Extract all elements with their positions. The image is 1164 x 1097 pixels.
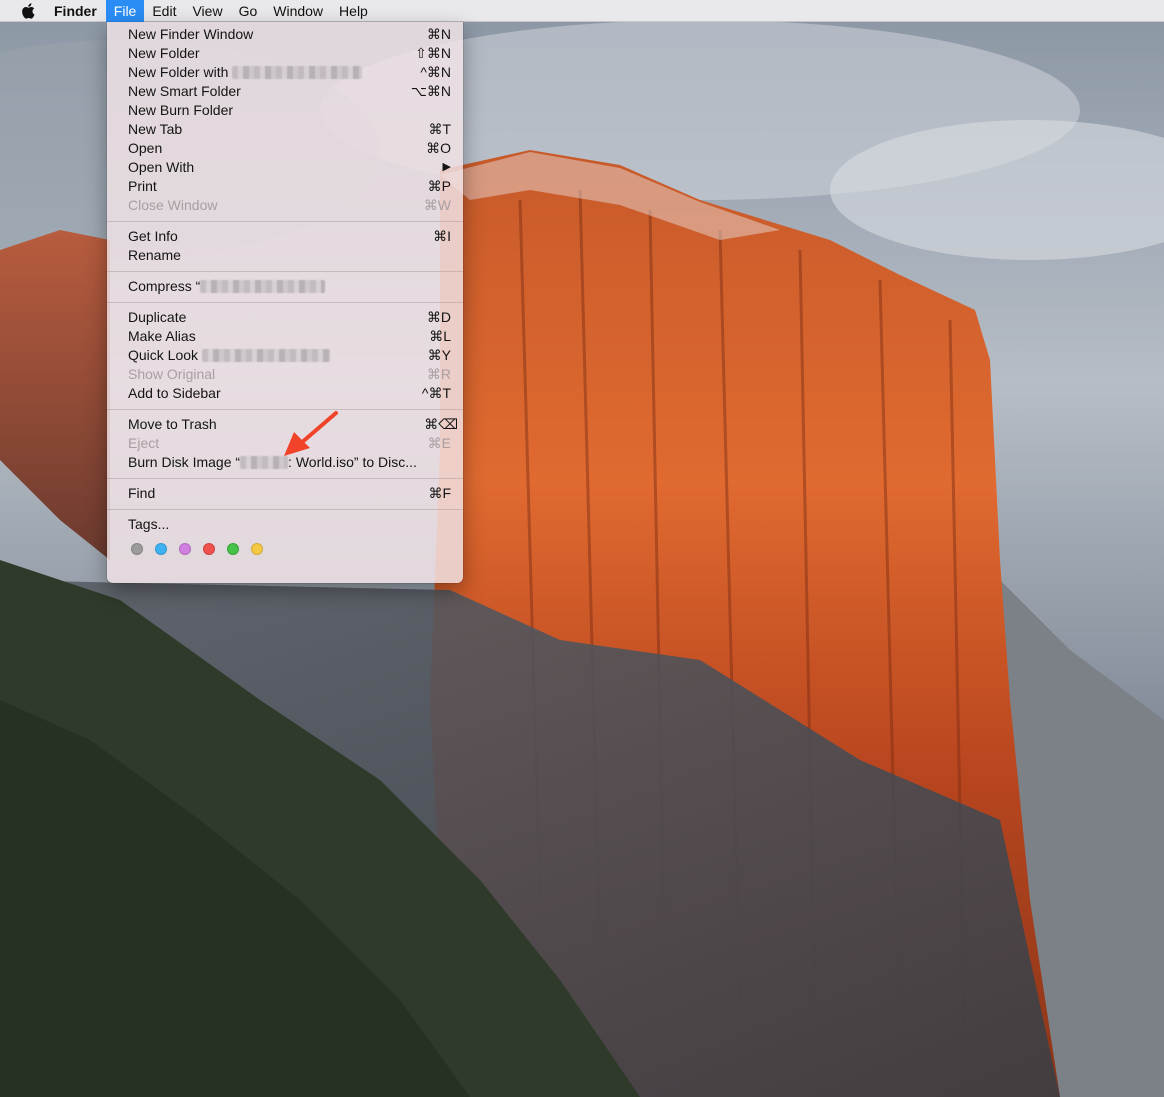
menu-separator	[107, 509, 463, 510]
menu-item-label: Move to Trash	[128, 416, 217, 432]
menu-item-new-folder-with-selection[interactable]: New Folder with ^⌘N	[107, 63, 463, 82]
menu-item-label: Compress “	[128, 277, 326, 296]
menu-item-tags[interactable]: Tags...	[107, 515, 463, 534]
shortcut-label: ⌘L	[429, 328, 451, 344]
menu-item-label: Tags...	[128, 516, 170, 532]
menu-item-label-text: Quick Look	[128, 347, 199, 363]
shortcut-label: ^⌘T	[421, 385, 451, 401]
menu-item-close-window: Close Window ⌘W	[107, 196, 463, 215]
shortcut-label: ⌘T	[428, 121, 451, 137]
menu-help[interactable]: Help	[331, 0, 376, 22]
menu-item-show-original: Show Original ⌘R	[107, 365, 463, 384]
menu-separator	[107, 478, 463, 479]
menu-item-duplicate[interactable]: Duplicate ⌘D	[107, 308, 463, 327]
menu-edit[interactable]: Edit	[144, 0, 184, 22]
menu-separator	[107, 302, 463, 303]
shortcut-label: ⌥⌘N	[410, 83, 451, 99]
tag-gray-icon[interactable]	[131, 543, 143, 555]
shortcut-label: ⌘O	[426, 140, 451, 156]
menu-item-label: Show Original	[128, 366, 216, 382]
menu-item-open[interactable]: Open ⌘O	[107, 139, 463, 158]
menu-item-label-text: New Folder with	[128, 64, 229, 80]
apple-menu-icon[interactable]	[10, 0, 46, 22]
menu-item-rename[interactable]: Rename	[107, 246, 463, 265]
menu-item-label: Get Info	[128, 228, 178, 244]
menu-item-label-text: Compress “	[128, 278, 201, 294]
shortcut-label: ⌘⌫	[424, 416, 458, 432]
shortcut-label: ⌘P	[427, 178, 451, 194]
menu-item-label: New Finder Window	[128, 26, 254, 42]
redacted-text	[232, 66, 363, 79]
menu-item-open-with[interactable]: Open With ▶	[107, 158, 463, 177]
menu-finder[interactable]: Finder	[46, 0, 106, 22]
tag-color-row	[131, 543, 263, 555]
tag-blue-icon[interactable]	[155, 543, 167, 555]
menu-item-label-text: Burn Disk Image “	[128, 454, 241, 470]
redacted-text	[201, 349, 330, 362]
file-menu-dropdown: New Finder Window ⌘N New Folder ⇧⌘N New …	[107, 22, 463, 583]
menu-item-new-burn-folder[interactable]: New Burn Folder	[107, 101, 463, 120]
menu-view[interactable]: View	[184, 0, 230, 22]
submenu-arrow-icon: ▶	[442, 161, 451, 173]
tag-purple-icon[interactable]	[179, 543, 191, 555]
shortcut-label: ⌘Y	[427, 347, 451, 363]
shortcut-label: ^⌘N	[420, 64, 451, 80]
menu-window[interactable]: Window	[265, 0, 331, 22]
menu-item-quick-look[interactable]: Quick Look ⌘Y	[107, 346, 463, 365]
menu-item-label: New Folder with	[128, 63, 363, 82]
menu-item-label: Rename	[128, 247, 181, 263]
menu-item-new-smart-folder[interactable]: New Smart Folder ⌥⌘N	[107, 82, 463, 101]
menu-separator	[107, 221, 463, 222]
shortcut-label: ⌘R	[426, 366, 451, 382]
menu-item-label: Add to Sidebar	[128, 385, 221, 401]
menu-item-compress[interactable]: Compress “	[107, 277, 463, 296]
menu-item-label: Open	[128, 140, 163, 156]
shortcut-label: ⇧⌘N	[415, 45, 451, 61]
menu-bar: Finder File Edit View Go Window Help	[0, 0, 1164, 22]
menu-item-add-to-sidebar[interactable]: Add to Sidebar ^⌘T	[107, 384, 463, 403]
shortcut-label: ⌘N	[426, 26, 451, 42]
menu-item-find[interactable]: Find ⌘F	[107, 484, 463, 503]
tag-green-icon[interactable]	[227, 543, 239, 555]
menu-item-label: New Tab	[128, 121, 183, 137]
menu-item-label: Burn Disk Image “: World.iso” to Disc...	[128, 453, 417, 472]
redacted-text	[200, 280, 326, 293]
tag-yellow-icon[interactable]	[251, 543, 263, 555]
menu-item-make-alias[interactable]: Make Alias ⌘L	[107, 327, 463, 346]
menu-item-label: New Burn Folder	[128, 102, 234, 118]
menu-go[interactable]: Go	[231, 0, 266, 22]
shortcut-label: ⌘E	[427, 435, 451, 451]
menu-item-label: Find	[128, 485, 156, 501]
menu-item-new-tab[interactable]: New Tab ⌘T	[107, 120, 463, 139]
red-arrow-icon	[284, 411, 338, 456]
shortcut-label: ⌘D	[426, 309, 451, 325]
menu-item-label: Make Alias	[128, 328, 196, 344]
menu-item-get-info[interactable]: Get Info ⌘I	[107, 227, 463, 246]
menu-item-print[interactable]: Print ⌘P	[107, 177, 463, 196]
menu-item-new-folder[interactable]: New Folder ⇧⌘N	[107, 44, 463, 63]
menu-item-new-finder-window[interactable]: New Finder Window ⌘N	[107, 25, 463, 44]
menu-item-label: New Folder	[128, 45, 200, 61]
menu-item-label: Open With	[128, 159, 195, 175]
menu-item-label: Print	[128, 178, 157, 194]
shortcut-label: ⌘F	[428, 485, 451, 501]
shortcut-label: ⌘I	[433, 228, 451, 244]
menu-item-label: Duplicate	[128, 309, 187, 325]
menu-separator	[107, 271, 463, 272]
menu-item-label: Eject	[128, 435, 160, 451]
menu-file[interactable]: File	[105, 0, 145, 22]
menu-item-label: Close Window	[128, 197, 218, 213]
menu-item-label: New Smart Folder	[128, 83, 241, 99]
shortcut-label: ⌘W	[423, 197, 451, 213]
tag-red-icon[interactable]	[203, 543, 215, 555]
menu-item-label: Quick Look	[128, 346, 330, 365]
